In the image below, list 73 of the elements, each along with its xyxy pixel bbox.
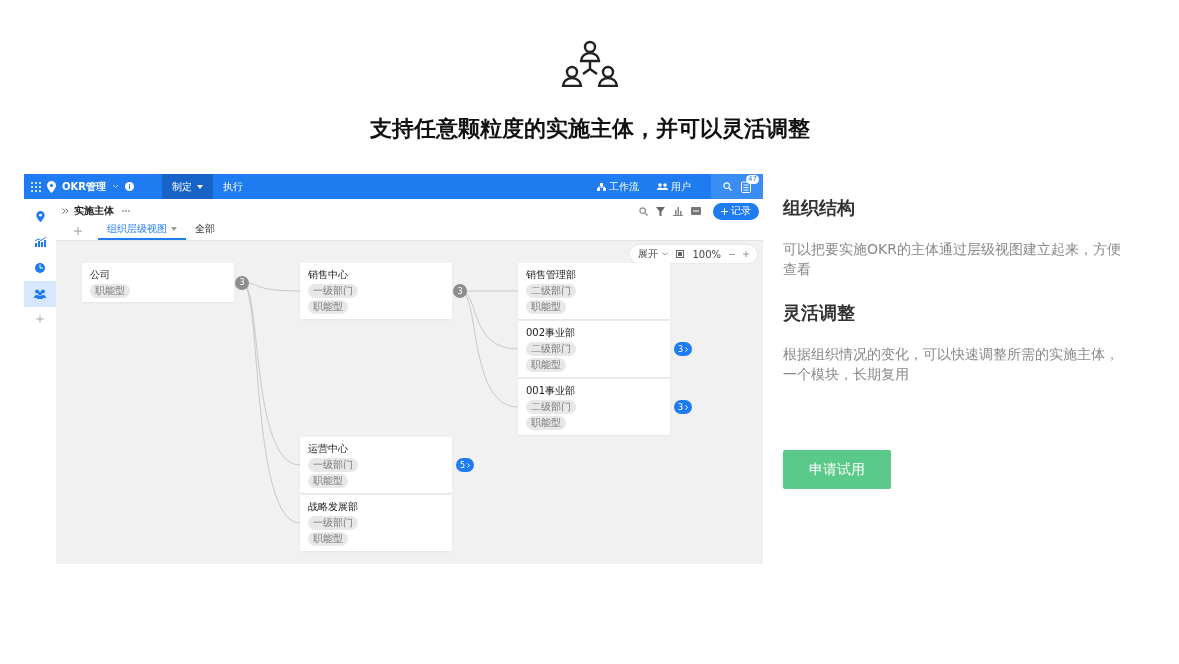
child-count-badge[interactable]: 3	[235, 275, 249, 290]
feature-heading: 灵活调整	[783, 301, 855, 325]
node-name: 公司	[90, 268, 110, 282]
node-tag: 一级部门	[308, 284, 358, 298]
feature-heading: 组织结构	[783, 196, 855, 220]
chevron-icon	[685, 404, 689, 410]
add-record-button[interactable]: 记录	[713, 202, 759, 220]
feature-description: 可以把要实施OKR的主体通过层级视图建立起来，方便查看	[783, 240, 1122, 279]
plus-icon	[721, 207, 728, 215]
org-node-card[interactable]: 运营中心 一级部门 职能型	[300, 437, 452, 493]
collapsed-count-button[interactable]: 3	[674, 400, 692, 414]
organization-icon	[560, 39, 619, 87]
node-tag: 职能型	[526, 416, 566, 430]
org-node-card[interactable]: 销售管理部 二级部门 职能型	[518, 263, 670, 319]
top-link[interactable]: 用户	[651, 179, 697, 194]
nav-tab[interactable]: 执行	[212, 174, 253, 199]
node-name: 销售管理部	[526, 268, 576, 282]
node-tag: 一级部门	[308, 516, 358, 530]
view-tab[interactable]: 全部	[186, 222, 224, 240]
child-count-badge[interactable]: 3	[453, 284, 467, 298]
zoom-level: 100%	[692, 248, 721, 260]
node-tag: 职能型	[526, 300, 566, 314]
add-tab-icon[interactable]	[74, 227, 82, 235]
feature-description: 根据组织情况的变化，可以快速调整所需的实施主体，一个模块，长期复用	[783, 345, 1120, 384]
node-name: 002事业部	[526, 326, 576, 340]
node-name: 战略发展部	[308, 500, 358, 514]
collapsed-count-button[interactable]: 5	[456, 458, 474, 472]
node-tag: 职能型	[308, 532, 348, 546]
hierarchy-icon	[597, 182, 606, 191]
collapsed-count-button[interactable]: 3	[674, 342, 692, 356]
chevron-icon	[467, 462, 471, 468]
node-tag: 二级部门	[526, 400, 576, 414]
users-icon	[657, 183, 668, 190]
top-link[interactable]: 工作流	[591, 179, 645, 194]
node-name: 销售中心	[308, 268, 348, 282]
app-name: OKR管理	[62, 179, 106, 194]
nav-tab[interactable]: 制定	[161, 174, 213, 199]
node-tag: 职能型	[308, 300, 348, 314]
caret-icon	[662, 252, 669, 256]
fit-screen-icon[interactable]	[676, 250, 685, 258]
expand-icon[interactable]	[62, 208, 69, 214]
zoom-in-icon[interactable]	[743, 251, 749, 257]
sidebar-people-icon[interactable]	[24, 281, 56, 307]
caret-icon	[171, 227, 177, 231]
info-icon[interactable]	[124, 182, 134, 191]
node-tag: 一级部门	[308, 458, 358, 472]
org-node-card[interactable]: 战略发展部 一级部门 职能型	[300, 495, 452, 551]
search-icon[interactable]	[639, 206, 648, 216]
node-tag: 职能型	[90, 284, 130, 298]
node-tag: 二级部门	[526, 342, 576, 356]
add-icon[interactable]	[36, 315, 44, 323]
org-node-card[interactable]: 公司 职能型	[82, 263, 234, 302]
pin-icon	[47, 180, 56, 193]
bar-chart-icon[interactable]	[673, 206, 683, 216]
hero-title: 支持任意颗粒度的实施主体，并可以灵活调整	[369, 115, 810, 143]
page-title: 实施主体	[74, 204, 114, 218]
grid-icon[interactable]	[31, 181, 41, 192]
expand-dropdown[interactable]: 展开	[638, 247, 669, 261]
node-tag: 职能型	[526, 358, 566, 372]
filter-icon[interactable]	[656, 206, 665, 216]
node-name: 001事业部	[526, 384, 576, 398]
chevron-icon	[685, 346, 689, 352]
node-tag: 职能型	[308, 474, 348, 488]
notes-icon[interactable]	[741, 180, 751, 193]
node-name: 运营中心	[308, 442, 348, 456]
comment-icon[interactable]	[691, 206, 701, 216]
search-icon[interactable]	[723, 182, 732, 191]
caret-icon	[196, 184, 203, 189]
org-node-card[interactable]: 002事业部 二级部门 职能型	[518, 321, 670, 377]
caret-icon[interactable]	[111, 184, 119, 189]
node-tag: 二级部门	[526, 284, 576, 298]
org-node-card[interactable]: 销售中心 一级部门 职能型	[300, 263, 452, 319]
org-node-card[interactable]: 001事业部 二级部门 职能型	[518, 379, 670, 435]
